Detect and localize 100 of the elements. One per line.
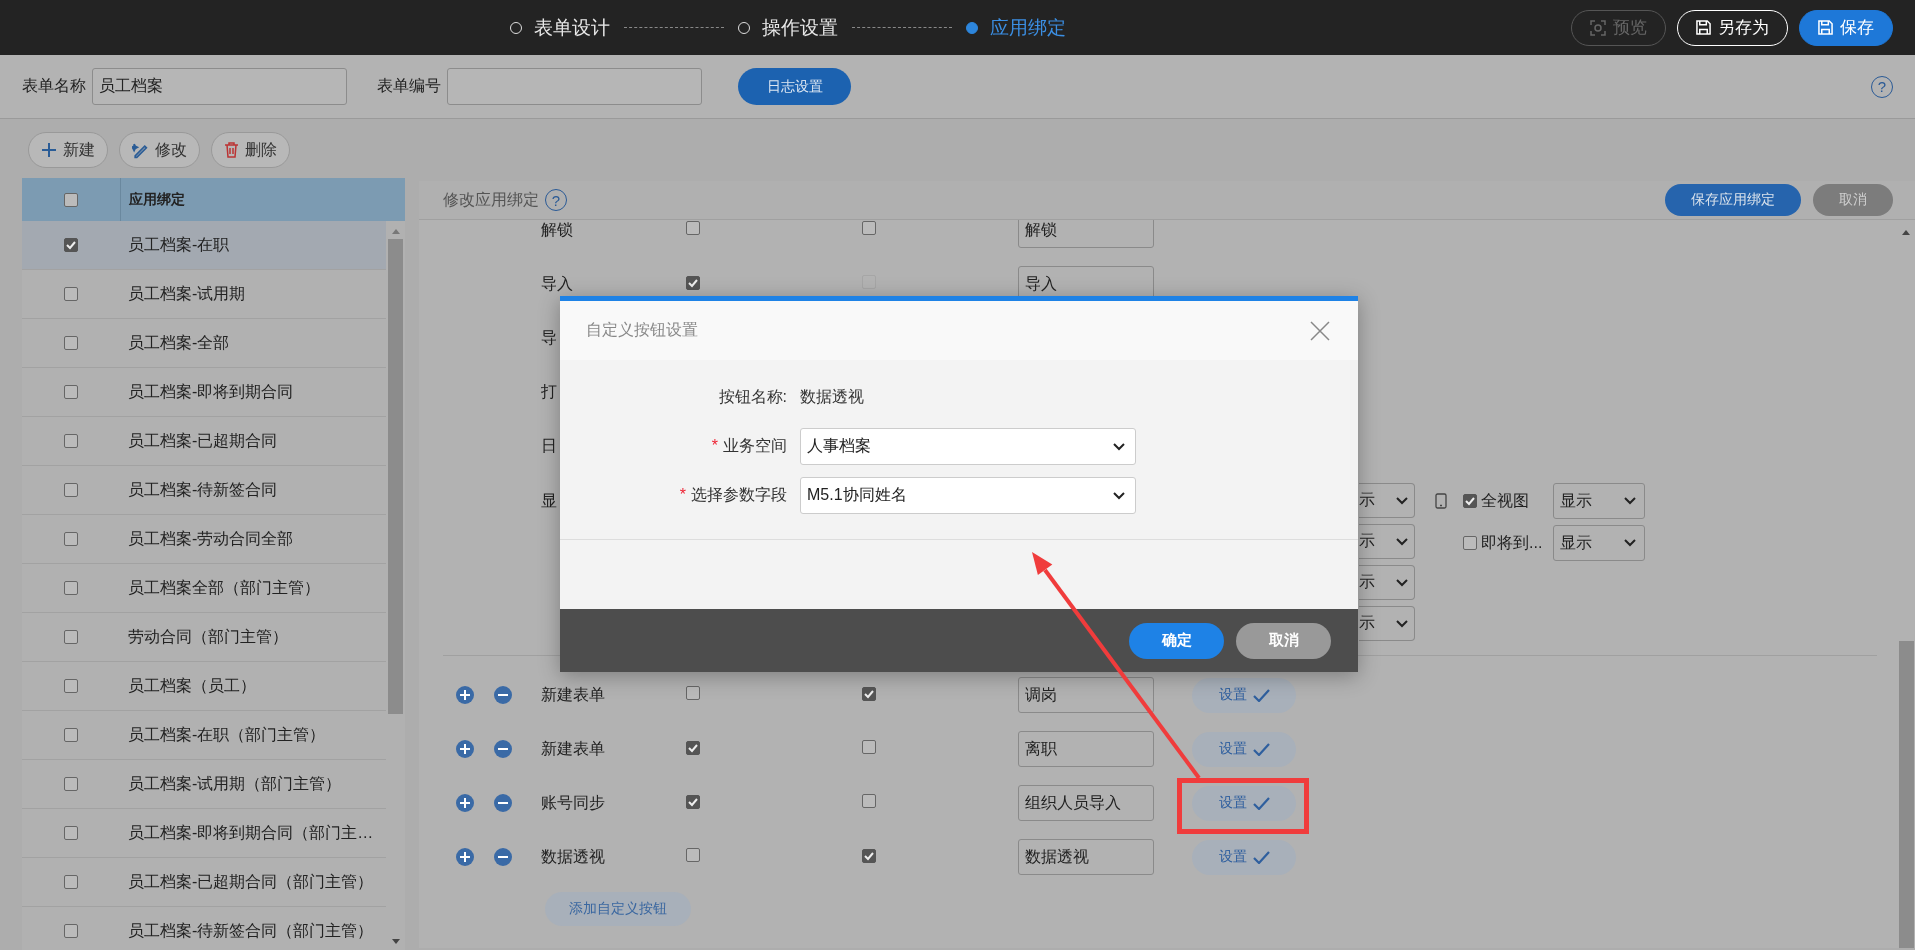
edit-icon: [132, 141, 149, 159]
edit-button[interactable]: 修改: [119, 132, 200, 168]
add-icon[interactable]: [455, 739, 475, 759]
checkbox[interactable]: [64, 581, 78, 595]
checkbox[interactable]: [862, 849, 876, 863]
list-row[interactable]: 员工档案全部（部门主管）: [22, 564, 386, 613]
checkbox[interactable]: [862, 794, 876, 808]
select-field[interactable]: 示: [1359, 483, 1415, 518]
row-label: 员工档案-已超期合同: [127, 430, 278, 451]
checkbox[interactable]: [686, 795, 700, 809]
add-icon[interactable]: [455, 793, 475, 813]
row-label: 员工档案（员工）: [127, 675, 256, 696]
step-tab[interactable]: 表单设计: [510, 14, 610, 41]
list-row[interactable]: 员工档案-待新签合同（部门主管）: [22, 907, 386, 950]
list-row[interactable]: 员工档案-已超期合同（部门主管）: [22, 858, 386, 907]
checkbox[interactable]: [64, 826, 78, 840]
option-label: 即将到...: [1481, 532, 1543, 553]
field-label: * 选择参数字段: [678, 485, 787, 505]
name-field[interactable]: 数据透视: [1018, 839, 1154, 875]
save-binding-button[interactable]: 保存应用绑定: [1665, 184, 1801, 216]
checkbox[interactable]: [1463, 494, 1477, 508]
remove-icon[interactable]: [493, 739, 513, 759]
caret-icon: [1396, 496, 1408, 505]
operation-label: 打: [541, 381, 557, 402]
list-row[interactable]: 员工档案-即将到期合同: [22, 368, 386, 417]
input-field[interactable]: [447, 68, 702, 105]
caret-icon: [1113, 491, 1125, 500]
checkbox[interactable]: [1463, 536, 1477, 550]
checkbox[interactable]: [686, 276, 700, 290]
name-field[interactable]: 离职: [1018, 731, 1154, 767]
checkbox[interactable]: [686, 686, 700, 700]
checkbox[interactable]: [64, 679, 78, 693]
scrollbar-thumb[interactable]: [388, 239, 403, 714]
save-icon: [1818, 20, 1833, 35]
operation-label: 新建表单: [541, 684, 605, 705]
checkbox[interactable]: [64, 777, 78, 791]
confirm-button[interactable]: 确定: [1129, 622, 1224, 659]
option-label: 全视图: [1481, 490, 1529, 511]
list-row[interactable]: 员工档案-待新签合同: [22, 466, 386, 515]
select-field[interactable]: 显示: [1553, 483, 1645, 519]
select-field[interactable]: 示: [1359, 565, 1415, 600]
input-field[interactable]: 员工档案: [92, 68, 347, 105]
log-settings-button[interactable]: 日志设置: [738, 68, 851, 105]
scroll-down-icon[interactable]: [390, 938, 401, 946]
select-field[interactable]: M5.1协同姓名: [800, 477, 1136, 514]
step-tab[interactable]: 应用绑定: [966, 14, 1066, 41]
caret-icon: [1396, 578, 1408, 587]
list-row[interactable]: 员工档案-全部: [22, 319, 386, 368]
caret-icon: [1396, 619, 1408, 628]
list-row[interactable]: 员工档案-在职: [22, 221, 386, 270]
name-field[interactable]: 解锁: [1018, 220, 1154, 248]
checkbox[interactable]: [862, 740, 876, 754]
add-icon[interactable]: [455, 685, 475, 705]
scrollbar-thumb[interactable]: [1898, 641, 1914, 948]
checkbox[interactable]: [64, 630, 78, 644]
list-row[interactable]: 员工档案-在职（部门主管）: [22, 711, 386, 760]
list-row[interactable]: 员工档案-即将到期合同（部门主…: [22, 809, 386, 858]
checkbox[interactable]: [686, 848, 700, 862]
select-field[interactable]: 显示: [1553, 525, 1645, 561]
delete-button[interactable]: 删除: [211, 132, 290, 168]
checkbox[interactable]: [686, 741, 700, 755]
checkbox[interactable]: [64, 875, 78, 889]
scroll-up-icon[interactable]: [1901, 228, 1911, 236]
select-field[interactable]: 示: [1359, 524, 1415, 559]
remove-icon[interactable]: [493, 847, 513, 867]
checkbox[interactable]: [862, 221, 876, 235]
checkbox[interactable]: [64, 728, 78, 742]
list-row[interactable]: 员工档案-试用期（部门主管）: [22, 760, 386, 809]
step-tab[interactable]: 操作设置: [738, 14, 838, 41]
checkbox[interactable]: [64, 483, 78, 497]
row-label: 员工档案-待新签合同（部门主管）: [127, 920, 374, 941]
name-field[interactable]: 组织人员导入: [1018, 785, 1154, 821]
checkbox[interactable]: [64, 532, 78, 546]
add-button[interactable]: 新建: [28, 132, 108, 168]
checkbox[interactable]: [862, 687, 876, 701]
checkbox[interactable]: [64, 336, 78, 350]
select-field[interactable]: 人事档案: [800, 428, 1136, 465]
remove-icon[interactable]: [493, 685, 513, 705]
checkbox[interactable]: [64, 385, 78, 399]
name-field[interactable]: 调岗: [1018, 677, 1154, 713]
list-row[interactable]: 劳动合同（部门主管）: [22, 613, 386, 662]
select-field[interactable]: 示: [1359, 606, 1415, 641]
checkbox[interactable]: [64, 287, 78, 301]
list-row[interactable]: 员工档案（员工）: [22, 662, 386, 711]
save-button[interactable]: 保存: [1799, 9, 1893, 46]
list-row[interactable]: 员工档案-已超期合同: [22, 417, 386, 466]
remove-icon[interactable]: [493, 793, 513, 813]
checkbox[interactable]: [64, 434, 78, 448]
row-label: 员工档案-试用期（部门主管）: [127, 773, 342, 794]
close-icon[interactable]: [1310, 320, 1330, 341]
checkbox[interactable]: [686, 221, 700, 235]
checkbox[interactable]: [64, 924, 78, 938]
add-icon[interactable]: [455, 847, 475, 867]
checkbox[interactable]: [64, 238, 78, 252]
list-row[interactable]: 员工档案-劳动合同全部: [22, 515, 386, 564]
row-label: 员工档案-在职: [127, 234, 230, 255]
list-row[interactable]: 员工档案-试用期: [22, 270, 386, 319]
scroll-up-icon[interactable]: [390, 227, 401, 235]
checkbox[interactable]: [64, 192, 78, 207]
row-label: 员工档案-在职（部门主管）: [127, 724, 326, 745]
